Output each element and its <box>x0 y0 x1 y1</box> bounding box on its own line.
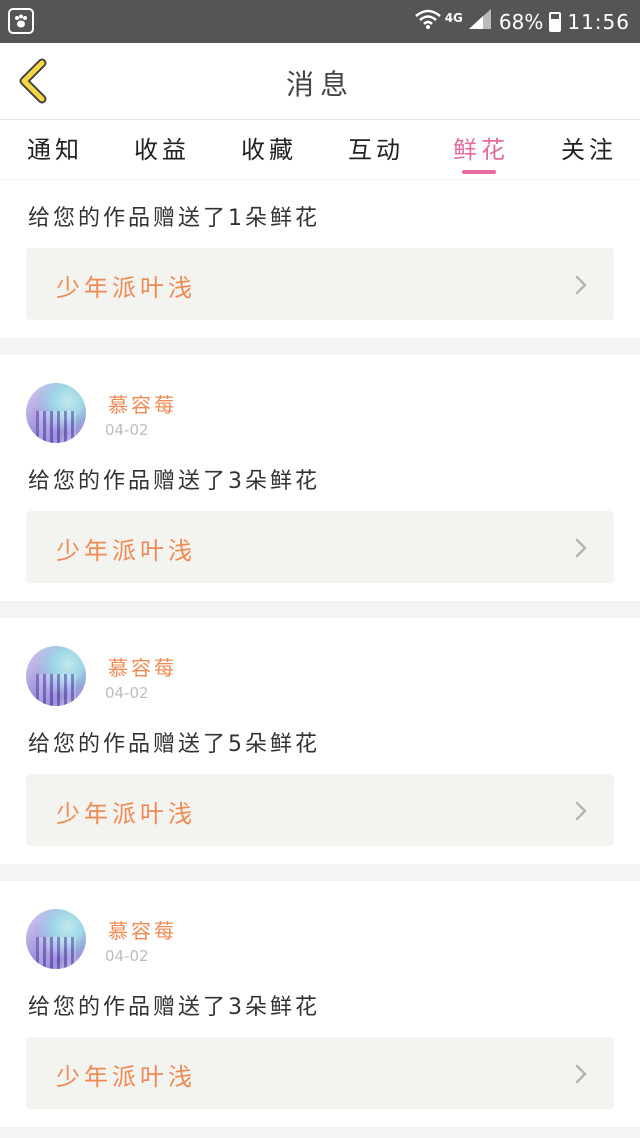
tab-earnings[interactable]: 收益 <box>117 130 207 178</box>
message-date: 04-02 <box>105 684 149 702</box>
work-title: 少年派叶浅 <box>56 800 196 828</box>
tab-following[interactable]: 关注 <box>544 130 634 178</box>
paw-app-icon <box>8 8 34 34</box>
message-date: 04-02 <box>105 421 149 439</box>
signal-icon <box>468 9 491 34</box>
message-text: 给您的作品赠送了3朵鲜花 <box>28 995 320 1020</box>
chevron-right-icon <box>575 538 587 558</box>
battery-icon <box>549 11 562 32</box>
avatar[interactable] <box>26 383 86 443</box>
list-item: 给您的作品赠送了1朵鲜花 少年派叶浅 <box>0 180 640 338</box>
status-bar: 4G 68% 11:56 <box>0 0 640 43</box>
message-text: 给您的作品赠送了3朵鲜花 <box>28 469 320 494</box>
chevron-right-icon <box>575 275 587 295</box>
status-indicators: 4G 68% 11:56 <box>414 0 630 43</box>
tab-favorites[interactable]: 收藏 <box>224 130 314 178</box>
active-tab-indicator <box>462 170 496 174</box>
user-name[interactable]: 慕容莓 <box>108 389 177 418</box>
work-link[interactable]: 少年派叶浅 <box>26 248 614 320</box>
chevron-right-icon <box>575 1064 587 1084</box>
message-text: 给您的作品赠送了1朵鲜花 <box>28 206 320 231</box>
tab-flowers[interactable]: 鲜花 <box>436 130 526 178</box>
work-link[interactable]: 少年派叶浅 <box>26 511 614 583</box>
page-title: 消息 <box>285 68 354 101</box>
list-item: 慕容莓 04-02 给您的作品赠送了5朵鲜花 少年派叶浅 <box>0 618 640 864</box>
user-name[interactable]: 慕容莓 <box>108 915 177 944</box>
avatar[interactable] <box>26 646 86 706</box>
work-title: 少年派叶浅 <box>56 537 196 565</box>
work-link[interactable]: 少年派叶浅 <box>26 774 614 846</box>
user-name[interactable]: 慕容莓 <box>108 652 177 681</box>
tab-bar: 通知 收益 收藏 互动 鲜花 关注 <box>0 119 640 179</box>
clock: 11:56 <box>567 9 630 34</box>
nav-bar: 消息 <box>0 43 640 119</box>
wifi-icon <box>414 9 441 34</box>
work-link[interactable]: 少年派叶浅 <box>26 1037 614 1109</box>
message-text: 给您的作品赠送了5朵鲜花 <box>28 732 320 757</box>
work-title: 少年派叶浅 <box>56 1063 196 1091</box>
tab-interactions[interactable]: 互动 <box>331 130 421 178</box>
tab-flowers-label: 鲜花 <box>453 136 509 164</box>
avatar[interactable] <box>26 909 86 969</box>
tab-notifications[interactable]: 通知 <box>10 130 100 178</box>
battery-percent: 68% <box>498 9 544 34</box>
message-date: 04-02 <box>105 947 149 965</box>
chevron-right-icon <box>575 801 587 821</box>
network-type: 4G <box>444 10 463 25</box>
list-item: 慕容莓 04-02 给您的作品赠送了3朵鲜花 少年派叶浅 <box>0 355 640 601</box>
work-title: 少年派叶浅 <box>56 274 196 302</box>
list-item: 慕容莓 04-02 给您的作品赠送了3朵鲜花 少年派叶浅 <box>0 881 640 1127</box>
